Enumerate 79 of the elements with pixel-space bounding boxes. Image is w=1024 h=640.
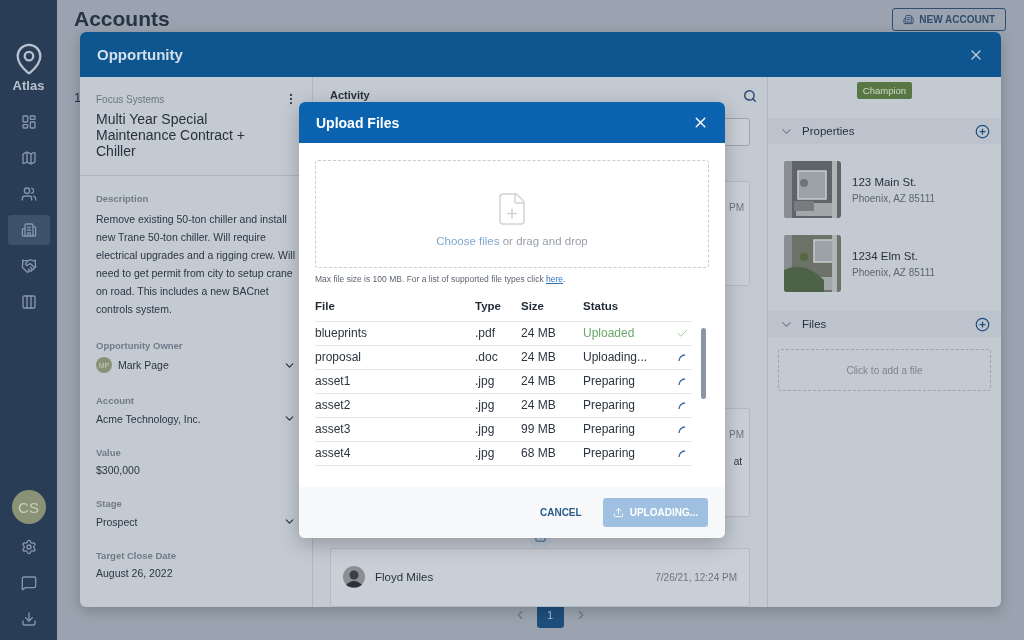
file-status: Preparing [583,370,672,394]
dropzone-text: Choose files or drag and drop [436,235,588,247]
field-label: Target Close Date [96,550,178,561]
check-icon [675,327,689,340]
field-value[interactable]: Mark Page [118,359,277,371]
activity-time: PM [729,429,744,441]
spinner-icon [678,425,686,434]
file-name: proposal [315,346,475,370]
file-size: 24 MB [521,322,583,346]
file-type: .pdf [475,322,521,346]
field-label: Description [96,193,150,204]
property-city: Phoenix, AZ 85111 [852,266,936,278]
field-value[interactable]: Acme Technology, Inc. [96,412,277,425]
spinner-icon [678,401,686,410]
add-icon[interactable] [975,123,990,139]
file-status: Preparing [583,442,672,466]
scrollbar[interactable] [701,328,706,399]
file-name: asset3 [315,418,475,442]
field-label: Opportunity Owner [96,340,184,351]
modal-title: Opportunity [97,46,183,63]
building-icon [903,14,915,25]
search-icon[interactable] [743,88,757,103]
field-value: August 26, 2022 [96,567,174,579]
file-name: blueprints [315,322,475,346]
entry-time: 7/26/21, 12:24 PM [655,571,737,583]
description-text: Remove existing 50-ton chiller and install new Trane 50-ton chiller. Will require electrical upgrades and a rigging crew. Will need to get permit from city to setup crane on road. This includes a new BACnet controls system. [96,212,296,317]
add-icon[interactable] [975,316,990,332]
field-value[interactable]: Prospect [96,515,277,528]
upload-icon [612,507,624,518]
champion-badge: Champion [856,82,913,99]
column-header: Status [583,300,672,322]
page-title: Accounts [74,7,170,31]
column-header: Type [475,300,521,322]
file-type: .jpg [475,442,521,466]
file-size: 24 MB [521,370,583,394]
activity-text: at [733,456,742,468]
property-street: 1234 Elm St. [852,249,919,262]
new-account-button[interactable]: NEW ACCOUNT [892,8,1006,31]
file-type: .jpg [475,394,521,418]
file-size: 24 MB [521,346,583,370]
file-type: .jpg [475,370,521,394]
file-size-note: Max file size is 100 MB. For a list of supported file types click here. [315,274,567,284]
column-header: Size [521,300,583,322]
property-city: Phoenix, AZ 85111 [852,192,936,204]
file-type: .jpg [475,418,521,442]
file-size: 68 MB [521,442,583,466]
file-status: Preparing [583,394,672,418]
file-type: .doc [475,346,521,370]
field-label: Stage [96,498,123,509]
file-status: Uploaded [583,322,672,346]
section-title: Properties [802,125,856,137]
field-label: Value [96,447,122,458]
file-status: Preparing [583,418,672,442]
section-title: Files [802,318,828,330]
building-nav-icon[interactable] [7,215,50,245]
file-size: 99 MB [521,418,583,442]
property-street: 123 Main St. [852,175,918,188]
file-status: Uploading... [583,346,672,370]
field-label: Account [96,395,135,406]
file-name: asset1 [315,370,475,394]
section-header[interactable]: Files [768,311,1001,337]
company-name: Focus Systems [96,94,166,105]
section-header[interactable]: Properties [768,118,1001,144]
column-header: File [315,300,475,322]
spinner-icon [678,353,686,362]
spinner-icon [678,377,686,386]
activity-title: Activity [330,88,370,101]
brand-name: Atlas [12,78,45,93]
field-value: $300,000 [96,464,141,476]
spinner-icon [678,449,686,458]
dialog-title: Upload Files [316,114,400,131]
author-avatar [343,566,365,589]
file-name: asset2 [315,394,475,418]
opportunity-name: Multi Year Special Maintenance Contract + Chiller [96,111,247,159]
activity-time: PM [729,201,744,213]
file-size: 24 MB [521,394,583,418]
file-name: asset4 [315,442,475,466]
cancel-button[interactable]: CANCEL [536,503,586,522]
author-name: Floyd Miles [375,571,435,584]
